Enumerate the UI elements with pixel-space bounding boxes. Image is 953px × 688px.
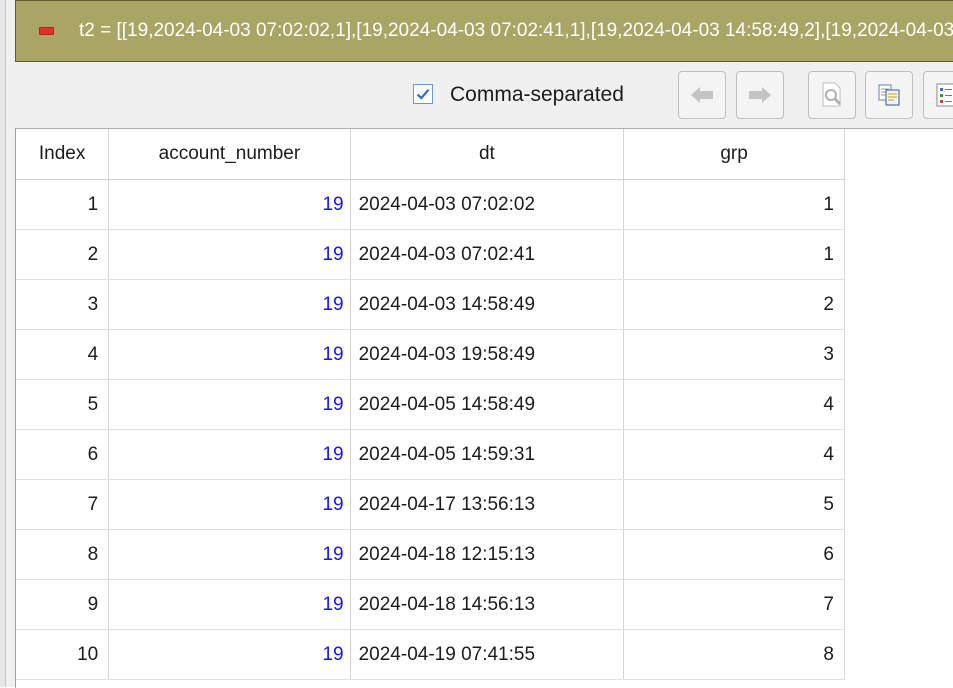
copy-icon xyxy=(876,82,902,108)
cell-dt[interactable]: 2024-04-03 07:02:02 xyxy=(350,180,624,230)
row-index: 3 xyxy=(16,280,109,330)
header-row: Index account_number dt grp xyxy=(16,129,953,180)
window-left-edge xyxy=(0,0,6,687)
column-list-button[interactable] xyxy=(923,71,953,119)
table-row[interactable]: 5 19 2024-04-05 14:58:49 4 xyxy=(16,380,953,430)
column-header-grp[interactable]: grp xyxy=(624,129,845,180)
cell-account-number[interactable]: 19 xyxy=(109,580,350,630)
data-grid[interactable]: Index account_number dt grp 1 19 2024-04… xyxy=(15,128,953,688)
cell-dt[interactable]: 2024-04-18 14:56:13 xyxy=(350,580,624,630)
back-button[interactable] xyxy=(678,71,726,119)
row-filler xyxy=(845,280,953,330)
cell-account-number[interactable]: 19 xyxy=(109,180,350,230)
cell-account-number[interactable]: 19 xyxy=(109,480,350,530)
cell-grp[interactable]: 1 xyxy=(624,230,845,280)
forward-button[interactable] xyxy=(736,71,784,119)
cell-dt[interactable]: 2024-04-19 07:41:55 xyxy=(350,630,624,680)
row-filler xyxy=(845,530,953,580)
row-index: 5 xyxy=(16,380,109,430)
arrow-right-icon xyxy=(747,85,773,105)
row-index: 9 xyxy=(16,580,109,630)
cell-dt[interactable]: 2024-04-03 14:58:49 xyxy=(350,280,624,330)
cell-grp[interactable]: 2 xyxy=(624,280,845,330)
row-index: 8 xyxy=(16,530,109,580)
variable-viewer-window: t2 = [[19,2024-04-03 07:02:02,1],[19,202… xyxy=(0,0,953,687)
row-filler xyxy=(845,330,953,380)
list-icon xyxy=(934,82,953,108)
cell-grp[interactable]: 4 xyxy=(624,430,845,480)
cell-dt[interactable]: 2024-04-05 14:58:49 xyxy=(350,380,624,430)
row-index: 7 xyxy=(16,480,109,530)
row-filler xyxy=(845,480,953,530)
cell-account-number[interactable]: 19 xyxy=(109,380,350,430)
find-button[interactable] xyxy=(808,71,856,119)
cell-grp[interactable]: 1 xyxy=(624,180,845,230)
cell-grp[interactable]: 4 xyxy=(624,380,845,430)
comma-separated-label[interactable]: Comma-separated xyxy=(450,83,624,107)
header-filler xyxy=(845,129,953,180)
result-table: Index account_number dt grp 1 19 2024-04… xyxy=(16,129,953,680)
cell-account-number[interactable]: 19 xyxy=(109,530,350,580)
column-header-account-number[interactable]: account_number xyxy=(109,129,350,180)
table-row[interactable]: 1 19 2024-04-03 07:02:02 1 xyxy=(16,180,953,230)
cell-grp[interactable]: 6 xyxy=(624,530,845,580)
row-index: 10 xyxy=(16,630,109,680)
row-filler xyxy=(845,580,953,630)
cell-dt[interactable]: 2024-04-05 14:59:31 xyxy=(350,430,624,480)
row-filler xyxy=(845,230,953,280)
table-row[interactable]: 6 19 2024-04-05 14:59:31 4 xyxy=(16,430,953,480)
find-icon xyxy=(819,81,845,109)
toolbar: Comma-separated xyxy=(15,64,953,126)
comma-separated-checkbox[interactable] xyxy=(413,84,433,104)
table-row[interactable]: 4 19 2024-04-03 19:58:49 3 xyxy=(16,330,953,380)
cell-grp[interactable]: 3 xyxy=(624,330,845,380)
row-filler xyxy=(845,180,953,230)
row-filler xyxy=(845,430,953,480)
copy-button[interactable] xyxy=(865,71,913,119)
row-index: 4 xyxy=(16,330,109,380)
cell-account-number[interactable]: 19 xyxy=(109,330,350,380)
variable-title: t2 = [[19,2024-04-03 07:02:02,1],[19,202… xyxy=(79,20,953,42)
cell-account-number[interactable]: 19 xyxy=(109,630,350,680)
row-index: 2 xyxy=(16,230,109,280)
cell-account-number[interactable]: 19 xyxy=(109,430,350,480)
table-row[interactable]: 8 19 2024-04-18 12:15:13 6 xyxy=(16,530,953,580)
cell-grp[interactable]: 7 xyxy=(624,580,845,630)
column-header-dt[interactable]: dt xyxy=(350,129,624,180)
collapse-icon[interactable] xyxy=(39,27,54,35)
table-row[interactable]: 3 19 2024-04-03 14:58:49 2 xyxy=(16,280,953,330)
cell-dt[interactable]: 2024-04-18 12:15:13 xyxy=(350,530,624,580)
table-row[interactable]: 9 19 2024-04-18 14:56:13 7 xyxy=(16,580,953,630)
cell-grp[interactable]: 5 xyxy=(624,480,845,530)
cell-dt[interactable]: 2024-04-17 13:56:13 xyxy=(350,480,624,530)
row-filler xyxy=(845,630,953,680)
variable-title-bar[interactable]: t2 = [[19,2024-04-03 07:02:02,1],[19,202… xyxy=(15,0,953,62)
table-row[interactable]: 2 19 2024-04-03 07:02:41 1 xyxy=(16,230,953,280)
cell-grp[interactable]: 8 xyxy=(624,630,845,680)
cell-account-number[interactable]: 19 xyxy=(109,230,350,280)
arrow-left-icon xyxy=(689,85,715,105)
checkmark-icon xyxy=(415,86,431,102)
cell-account-number[interactable]: 19 xyxy=(109,280,350,330)
cell-dt[interactable]: 2024-04-03 07:02:41 xyxy=(350,230,624,280)
cell-dt[interactable]: 2024-04-03 19:58:49 xyxy=(350,330,624,380)
table-row[interactable]: 10 19 2024-04-19 07:41:55 8 xyxy=(16,630,953,680)
row-filler xyxy=(845,380,953,430)
row-index: 6 xyxy=(16,430,109,480)
column-header-index[interactable]: Index xyxy=(16,129,109,180)
row-index: 1 xyxy=(16,180,109,230)
table-row[interactable]: 7 19 2024-04-17 13:56:13 5 xyxy=(16,480,953,530)
